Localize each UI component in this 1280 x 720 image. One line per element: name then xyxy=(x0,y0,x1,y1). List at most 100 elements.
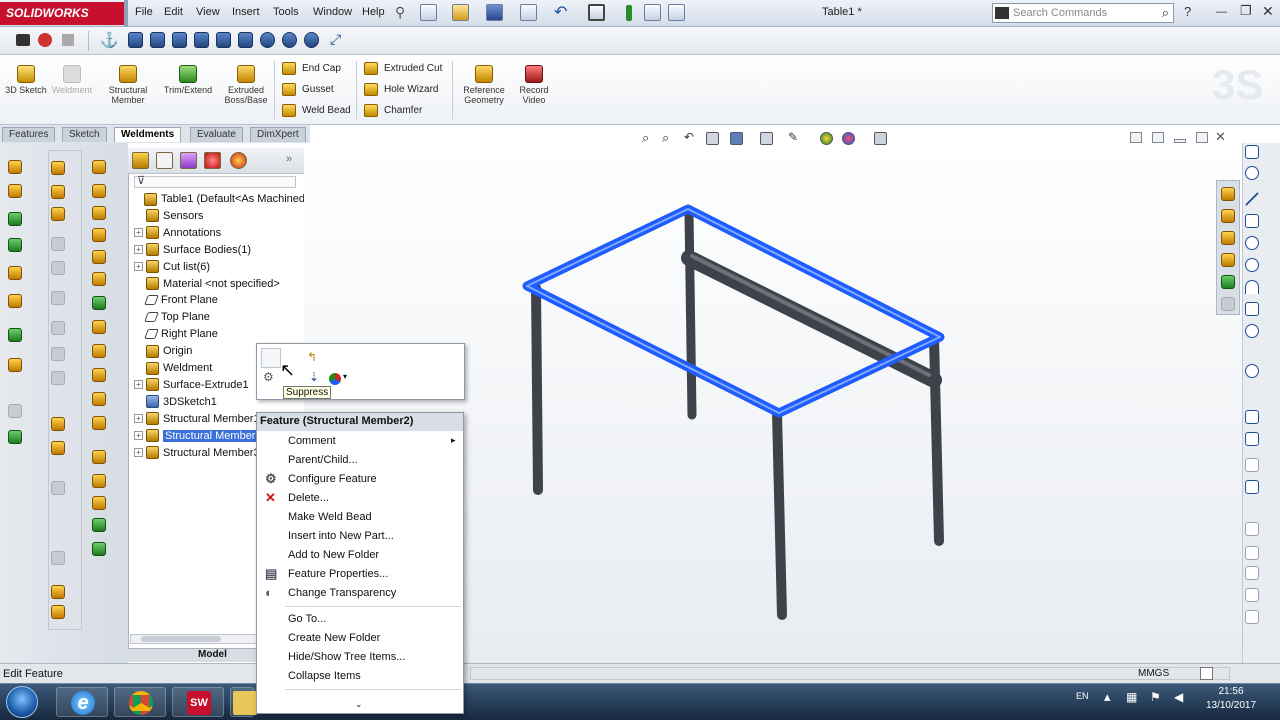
printer-icon[interactable] xyxy=(16,34,30,46)
tree-node[interactable]: + Structural Member3 xyxy=(134,445,260,461)
tool-icon[interactable] xyxy=(92,392,106,406)
taskbar-internet-explorer[interactable]: e xyxy=(56,687,108,717)
tool-icon[interactable] xyxy=(51,185,65,199)
viewport-minimize-icon[interactable] xyxy=(1174,139,1186,143)
display-style-icon[interactable] xyxy=(760,132,773,145)
display-manager-tab-icon[interactable] xyxy=(230,152,247,169)
record-icon[interactable] xyxy=(38,33,52,47)
tool-icon[interactable] xyxy=(51,161,65,175)
language-indicator[interactable]: EN xyxy=(1076,691,1089,701)
relation-icon[interactable] xyxy=(1245,522,1259,536)
previous-view-icon[interactable]: ↶ xyxy=(684,130,694,144)
record-video-button[interactable]: Record Video xyxy=(510,65,558,105)
context-menu-item[interactable]: Parent/Child... xyxy=(288,451,458,470)
tool-icon[interactable] xyxy=(51,321,65,335)
tool-icon[interactable] xyxy=(51,371,65,385)
scroll-thumb[interactable] xyxy=(141,636,221,642)
context-menu-item[interactable]: Configure Feature xyxy=(288,470,458,489)
curve-tool-icon[interactable] xyxy=(8,358,22,372)
arc-icon[interactable] xyxy=(1245,280,1259,294)
ellipse-icon[interactable] xyxy=(1245,324,1259,338)
tree-node[interactable]: Sensors xyxy=(134,208,203,224)
view-settings-icon[interactable] xyxy=(874,132,887,145)
tool-icon[interactable] xyxy=(51,261,65,275)
taskbar-explorer[interactable] xyxy=(230,687,257,717)
clock[interactable]: 21:56 13/10/2017 xyxy=(1196,685,1266,713)
section-view-icon[interactable] xyxy=(706,132,719,145)
tool-icon[interactable] xyxy=(92,542,106,556)
tool-icon[interactable] xyxy=(92,344,106,358)
tool-icon[interactable] xyxy=(51,207,65,221)
select-icon[interactable] xyxy=(588,4,605,21)
camera-icon[interactable] xyxy=(62,34,74,46)
close-icon[interactable]: ✕ xyxy=(1262,3,1274,20)
trim-extend-button[interactable]: Trim/Extend xyxy=(160,65,216,95)
search-scope-icon[interactable] xyxy=(995,7,1009,19)
restore-icon[interactable]: ❐ xyxy=(1240,3,1252,19)
task-pane-icon[interactable] xyxy=(1221,253,1235,267)
expand-icon[interactable]: + xyxy=(134,228,143,238)
context-menu-item[interactable]: Add to New Folder xyxy=(288,546,458,565)
tool-icon[interactable] xyxy=(92,206,106,220)
search-commands[interactable]: Search Commands ⌕ xyxy=(992,3,1174,23)
tool-icon[interactable] xyxy=(51,481,65,495)
sketch-tool-icon[interactable] xyxy=(8,160,22,174)
context-menu-item[interactable]: Hide/Show Tree Items... xyxy=(288,648,458,667)
hide-show-icon[interactable]: ✎ xyxy=(788,130,798,144)
sketch-tool-icon[interactable] xyxy=(8,184,22,198)
anchor-icon[interactable]: ⚓ xyxy=(100,31,119,49)
spline-icon[interactable] xyxy=(1245,302,1259,316)
tree-node[interactable]: + Structural Member2 xyxy=(134,428,264,444)
tool-icon[interactable] xyxy=(51,237,65,251)
tree-node[interactable]: 3DSketch1 xyxy=(134,394,217,410)
repair-icon[interactable] xyxy=(1245,566,1259,580)
tool-icon[interactable] xyxy=(51,605,65,619)
tab-weldments[interactable]: Weldments xyxy=(114,127,182,142)
sketch-icon[interactable] xyxy=(1245,145,1259,159)
tool-icon[interactable] xyxy=(92,518,106,532)
grid-icon[interactable] xyxy=(1245,546,1259,560)
tool-icon[interactable] xyxy=(92,320,106,334)
file-properties-icon[interactable] xyxy=(644,4,661,21)
tree-node[interactable]: Weldment xyxy=(134,360,212,376)
tree-node[interactable]: Top Plane xyxy=(134,309,210,325)
tab-dimxpert[interactable]: DimXpert xyxy=(250,127,306,142)
save-icon[interactable] xyxy=(486,4,503,21)
circle-icon[interactable] xyxy=(1245,258,1259,272)
tree-node[interactable]: Origin xyxy=(134,343,192,359)
tree-node[interactable]: Front Plane xyxy=(134,292,218,308)
scene-icon[interactable] xyxy=(842,132,855,145)
help-icon[interactable]: ? xyxy=(1184,4,1191,19)
context-menu-item[interactable]: Insert into New Part... xyxy=(288,527,458,546)
tree-filter[interactable]: ⊽ xyxy=(134,175,296,188)
tool-icon[interactable] xyxy=(51,347,65,361)
appearance-icon[interactable] xyxy=(329,373,341,385)
tool-icon[interactable] xyxy=(51,585,65,599)
tree-node[interactable]: Right Plane xyxy=(134,326,218,342)
open-folder-icon[interactable] xyxy=(452,4,469,21)
chevron-down-icon[interactable]: ▾ xyxy=(343,372,347,381)
sketch-tools-icon[interactable] xyxy=(1245,610,1259,624)
expand-icon[interactable]: + xyxy=(134,245,143,255)
edit-sketch-icon[interactable]: ↰ xyxy=(307,350,317,364)
new-document-icon[interactable] xyxy=(420,4,437,21)
context-menu-item[interactable]: Feature Properties... xyxy=(288,565,458,584)
taskbar-solidworks[interactable]: SW xyxy=(172,687,224,717)
tool-icon[interactable] xyxy=(92,416,106,430)
task-pane-icon[interactable] xyxy=(1221,209,1235,223)
fillet-tool-icon[interactable] xyxy=(8,238,22,252)
extruded-cut-button[interactable]: Extruded Cut xyxy=(364,62,442,75)
menu-view[interactable]: View xyxy=(196,6,220,18)
tool-icon[interactable] xyxy=(51,291,65,305)
tab-sketch[interactable]: Sketch xyxy=(62,127,107,142)
edit-feature-icon[interactable] xyxy=(261,348,281,368)
view-iso-icon[interactable] xyxy=(260,32,275,48)
context-menu-item[interactable]: Create New Folder xyxy=(288,629,458,648)
minimize-icon[interactable]: — xyxy=(1216,6,1227,18)
view-right-icon[interactable] xyxy=(194,32,209,48)
tree-node[interactable]: + Surface Bodies(1) xyxy=(134,242,251,258)
tool-icon[interactable] xyxy=(51,441,65,455)
network-icon[interactable]: ▦ xyxy=(1126,690,1137,704)
selected-top-frame[interactable] xyxy=(522,204,945,418)
view-left-icon[interactable] xyxy=(172,32,187,48)
